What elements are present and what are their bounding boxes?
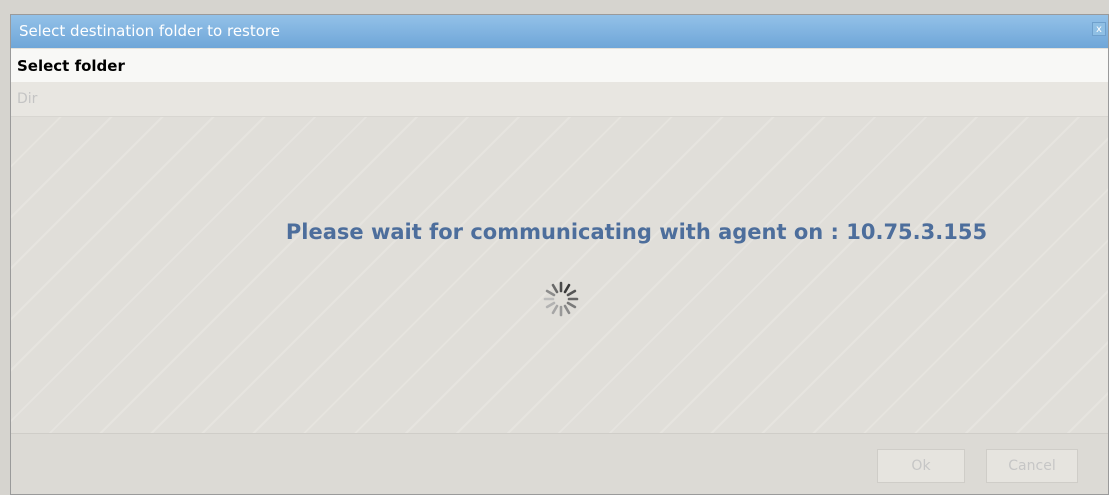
loading-spinner-icon xyxy=(543,281,579,317)
dialog-titlebar[interactable]: Select destination folder to restore x xyxy=(11,15,1108,48)
wait-message: Please wait for communicating with agent… xyxy=(285,220,988,244)
cancel-button[interactable]: Cancel xyxy=(986,449,1078,483)
section-title: Select folder xyxy=(17,57,125,75)
ok-button[interactable]: Ok xyxy=(877,449,965,483)
restore-folder-dialog: Select destination folder to restore x S… xyxy=(10,14,1109,495)
dir-column-label: Dir xyxy=(17,91,38,107)
folder-tree-area: Please wait for communicating with agent… xyxy=(11,117,1108,433)
directory-column-header: Dir xyxy=(11,82,1108,117)
section-header: Select folder xyxy=(11,49,1108,82)
close-icon: x xyxy=(1096,24,1102,35)
close-button[interactable]: x xyxy=(1092,22,1106,36)
dialog-title: Select destination folder to restore xyxy=(19,22,280,40)
dialog-footer: Ok Cancel xyxy=(11,433,1108,494)
